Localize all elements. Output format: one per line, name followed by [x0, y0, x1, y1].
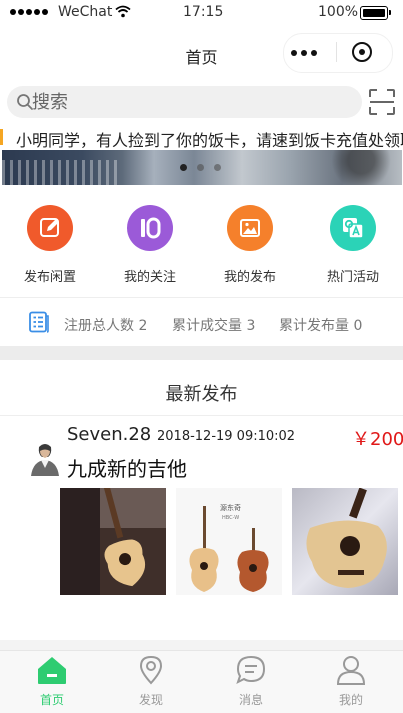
- follow-10-icon: [127, 205, 173, 251]
- shortcut-label: 我的发布: [223, 270, 276, 285]
- shortcut-publish-idle[interactable]: 发布闲置: [0, 205, 100, 285]
- banner-building: [2, 160, 122, 185]
- edit-icon: [27, 205, 73, 251]
- banner-tree: [300, 150, 402, 185]
- capsule-divider: [336, 42, 337, 62]
- carousel-indicator[interactable]: [180, 164, 221, 171]
- scan-icon[interactable]: [368, 88, 396, 116]
- stat-deals: 累计成交量 3: [172, 318, 256, 334]
- post-photo[interactable]: [60, 488, 166, 595]
- section-gap: [0, 640, 403, 650]
- status-time: 17:15: [183, 4, 224, 20]
- search-input[interactable]: [32, 87, 332, 117]
- carousel-dot[interactable]: [197, 164, 204, 171]
- shortcut-hot-events[interactable]: 热门活动: [303, 205, 403, 285]
- tab-label: 首页: [39, 693, 64, 707]
- section-gap: [0, 346, 403, 360]
- location-pin-icon: [139, 655, 163, 685]
- notice-text: 小明同学，有人捡到了你的饭卡，请速到饭卡充值处领取: [16, 131, 403, 150]
- home-icon: [38, 657, 66, 684]
- qa-icon: [330, 205, 376, 251]
- post-username[interactable]: Seven.28: [67, 424, 151, 445]
- notice-marker: [0, 129, 3, 145]
- message-icon: [236, 655, 266, 684]
- shortcut-label: 热门活动: [326, 270, 379, 285]
- tab-label: 消息: [238, 693, 263, 707]
- tab-messages[interactable]: 消息: [201, 655, 301, 708]
- battery-percent: 100%: [318, 4, 359, 20]
- tab-label: 我的: [338, 693, 363, 707]
- shortcut-my-posts[interactable]: 我的发布: [200, 205, 300, 285]
- close-target-icon[interactable]: [352, 42, 372, 62]
- post-photo[interactable]: 源东奇 HBC-W: [176, 488, 282, 595]
- battery-icon: [360, 6, 391, 20]
- tab-label: 发现: [138, 693, 163, 707]
- photo-caption: 源东奇: [220, 503, 241, 512]
- tab-discover[interactable]: 发现: [101, 655, 201, 708]
- user-icon: [336, 656, 366, 685]
- stat-posts: 累计发布量 0: [279, 318, 363, 334]
- stat-registered: 注册总人数 2: [64, 318, 148, 334]
- tab-mine[interactable]: 我的: [301, 655, 401, 708]
- post-price: ￥200: [352, 429, 403, 450]
- post-title[interactable]: 九成新的吉他: [67, 453, 187, 482]
- shortcut-label: 我的关注: [123, 270, 176, 285]
- wifi-icon: [115, 5, 131, 18]
- carousel-dot[interactable]: [180, 164, 187, 171]
- photo-subcaption: HBC-W: [222, 515, 239, 521]
- carrier-name: WeChat: [58, 4, 113, 20]
- avatar[interactable]: [28, 438, 62, 476]
- carousel-dot[interactable]: [214, 164, 221, 171]
- signal-icon: [10, 9, 48, 15]
- image-icon: [227, 205, 273, 251]
- document-list-icon: [29, 311, 49, 333]
- post-photo[interactable]: [292, 488, 398, 595]
- shortcut-label: 发布闲置: [23, 270, 76, 285]
- post-timestamp: 2018-12-19 09:10:02: [157, 429, 296, 444]
- shortcut-my-follow[interactable]: 我的关注: [100, 205, 200, 285]
- more-icon[interactable]: [291, 50, 317, 56]
- section-title: 最新发布: [165, 384, 238, 405]
- tab-home[interactable]: 首页: [2, 655, 102, 708]
